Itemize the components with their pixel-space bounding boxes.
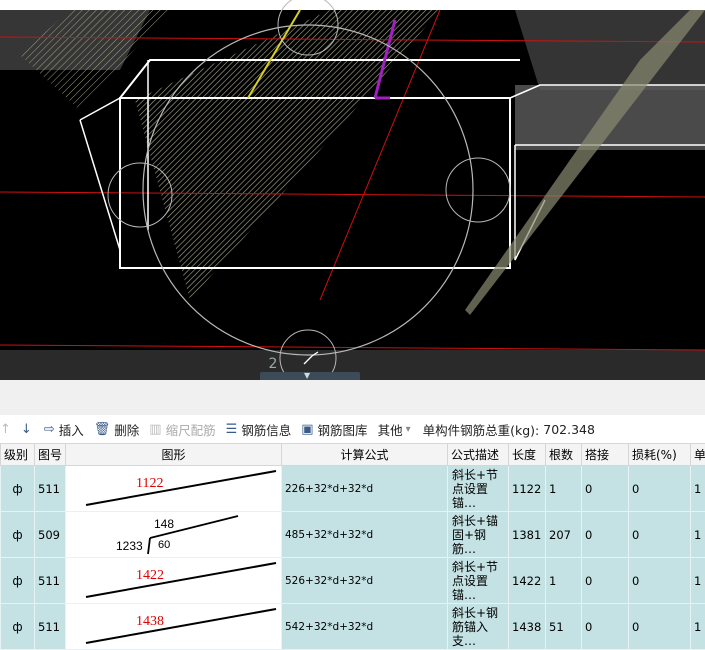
shape-left-label: 1233	[116, 539, 143, 553]
col-header-lap[interactable]: 搭接	[582, 444, 629, 466]
other-label: 其他	[378, 420, 403, 439]
move-down-button[interactable]: ↓	[21, 422, 36, 437]
cell-length[interactable]: 1122	[509, 466, 546, 512]
splitter-bar[interactable]	[0, 380, 705, 416]
delete-button[interactable]: 🗑删除	[94, 420, 140, 439]
rebar-info-button[interactable]: ☰钢筋信息	[226, 420, 292, 439]
model-canvas[interactable]	[0, 0, 705, 380]
cell-grade[interactable]: ф	[1, 558, 35, 604]
cell-formula[interactable]: 526+32*d+32*d	[282, 558, 448, 604]
caret-down-icon: ▾	[406, 424, 411, 435]
cell-shape[interactable]: 1438	[66, 604, 282, 650]
total-weight-value: 702.348	[543, 422, 595, 437]
rebar-library-button[interactable]: ▣ 钢筋图库	[301, 420, 367, 439]
col-header-desc[interactable]: 公式描述	[448, 444, 509, 466]
cell-formula[interactable]: 485+32*d+32*d	[282, 512, 448, 558]
cell-loss[interactable]: 0	[629, 604, 691, 650]
cell-lap[interactable]: 0	[582, 558, 629, 604]
col-header-loss[interactable]: 损耗(%)	[629, 444, 691, 466]
shape-angle-label: 60	[158, 539, 170, 551]
shape-dimension-label: 1122	[136, 476, 163, 491]
cell-extra[interactable]: 1	[691, 558, 705, 604]
info-sheet-icon: ☰	[226, 422, 238, 437]
cell-extra[interactable]: 1	[691, 512, 705, 558]
cell-count[interactable]: 1	[546, 466, 582, 512]
cell-shape[interactable]: 148 1233 60	[66, 512, 282, 558]
cell-shape[interactable]: 1422	[66, 558, 282, 604]
insert-label: 插入	[59, 420, 84, 439]
cell-formula[interactable]: 226+32*d+32*d	[282, 466, 448, 512]
arrow-up-icon: ↑	[0, 422, 11, 437]
cell-count[interactable]: 1	[546, 558, 582, 604]
cell-count[interactable]: 207	[546, 512, 582, 558]
cell-formula[interactable]: 542+32*d+32*d	[282, 604, 448, 650]
col-header-count[interactable]: 根数	[546, 444, 582, 466]
insert-button[interactable]: ⇨ 插入	[44, 420, 84, 439]
cell-length[interactable]: 1381	[509, 512, 546, 558]
cell-lap[interactable]: 0	[582, 604, 629, 650]
table-row[interactable]: ф 511 1122 226+32*d+32*d 斜长+节点设置锚… 1122 …	[1, 466, 705, 512]
col-header-length[interactable]: 长度	[509, 444, 546, 466]
table-row[interactable]: ф 511 1438 542+32*d+32*d 斜长+钢筋锚入支… 1438 …	[1, 604, 705, 650]
cell-length[interactable]: 1438	[509, 604, 546, 650]
rebar-shape-drawing: 148 1233 60	[66, 512, 282, 557]
rebar-library-label: 钢筋图库	[318, 420, 368, 439]
col-header-extra[interactable]: 单	[691, 444, 705, 466]
cell-lap[interactable]: 0	[582, 512, 629, 558]
shape-dimension-label: 1422	[136, 568, 164, 583]
cell-desc[interactable]: 斜长+节点设置锚…	[448, 466, 509, 512]
cell-loss[interactable]: 0	[629, 466, 691, 512]
shape-dimension-label: 1438	[136, 614, 164, 629]
cell-extra[interactable]: 1	[691, 466, 705, 512]
insert-icon: ⇨	[44, 422, 55, 437]
cell-count[interactable]: 51	[546, 604, 582, 650]
panel-resize-handle[interactable]: ▼	[260, 372, 360, 380]
table-header-row: 级别 图号 图形 计算公式 公式描述 长度 根数 搭接 损耗(%) 单	[1, 444, 705, 466]
cell-shape[interactable]: 1122	[66, 466, 282, 512]
rebar-shape-drawing: 1438	[66, 604, 282, 649]
bar-chart-icon: ▥	[149, 422, 161, 437]
rebar-table: 级别 图号 图形 计算公式 公式描述 长度 根数 搭接 损耗(%) 单 ф 51…	[0, 443, 705, 650]
cell-lap[interactable]: 0	[582, 466, 629, 512]
cell-code[interactable]: 511	[35, 466, 66, 512]
col-header-formula[interactable]: 计算公式	[282, 444, 448, 466]
other-menu-button[interactable]: 其他▾	[378, 420, 411, 439]
rebar-toolbar: ↑ ↓ ⇨ 插入 🗑删除 ▥ 缩尺配筋 ☰钢筋信息 ▣ 钢筋图库 其他▾ 单构件钢筋总…	[0, 415, 705, 443]
cell-desc[interactable]: 斜长+锚固+钢筋…	[448, 512, 509, 558]
cell-grade[interactable]: ф	[1, 604, 35, 650]
move-up-button[interactable]: ↑	[0, 422, 15, 437]
cell-extra[interactable]: 1	[691, 604, 705, 650]
library-icon: ▣	[301, 422, 313, 437]
cell-code[interactable]: 511	[35, 604, 66, 650]
shape-top-label: 148	[154, 517, 174, 531]
delete-label: 删除	[114, 420, 139, 439]
col-header-grade[interactable]: 级别	[1, 444, 35, 466]
total-weight: 单构件钢筋总重(kg):702.348	[423, 420, 595, 439]
scale-rebar-label: 缩尺配筋	[166, 420, 216, 439]
table-row[interactable]: ф 511 1422 526+32*d+32*d 斜长+节点设置锚… 1422 …	[1, 558, 705, 604]
rebar-shape-drawing: 1422	[66, 558, 282, 603]
cell-loss[interactable]: 0	[629, 512, 691, 558]
chevron-down-icon: ▼	[304, 371, 310, 380]
arrow-down-icon: ↓	[21, 422, 32, 437]
view-number-badge: 2	[262, 354, 284, 374]
trash-icon: 🗑	[94, 422, 111, 437]
col-header-shape[interactable]: 图形	[66, 444, 282, 466]
cell-loss[interactable]: 0	[629, 558, 691, 604]
cell-grade[interactable]: ф	[1, 512, 35, 558]
cell-code[interactable]: 511	[35, 558, 66, 604]
table-row[interactable]: ф 509 148 1233 60 485+32*d+32*d 斜长+锚固+钢筋…	[1, 512, 705, 558]
rebar-shape-drawing: 1122	[66, 466, 282, 511]
cell-grade[interactable]: ф	[1, 466, 35, 512]
cell-desc[interactable]: 斜长+钢筋锚入支…	[448, 604, 509, 650]
cell-length[interactable]: 1422	[509, 558, 546, 604]
scale-rebar-button[interactable]: ▥ 缩尺配筋	[149, 420, 215, 439]
rebar-info-label: 钢筋信息	[241, 420, 291, 439]
total-weight-label: 单构件钢筋总重(kg):	[423, 420, 540, 439]
3d-viewport[interactable]: 2 ▼	[0, 0, 705, 380]
cell-code[interactable]: 509	[35, 512, 66, 558]
cell-desc[interactable]: 斜长+节点设置锚…	[448, 558, 509, 604]
col-header-code[interactable]: 图号	[35, 444, 66, 466]
